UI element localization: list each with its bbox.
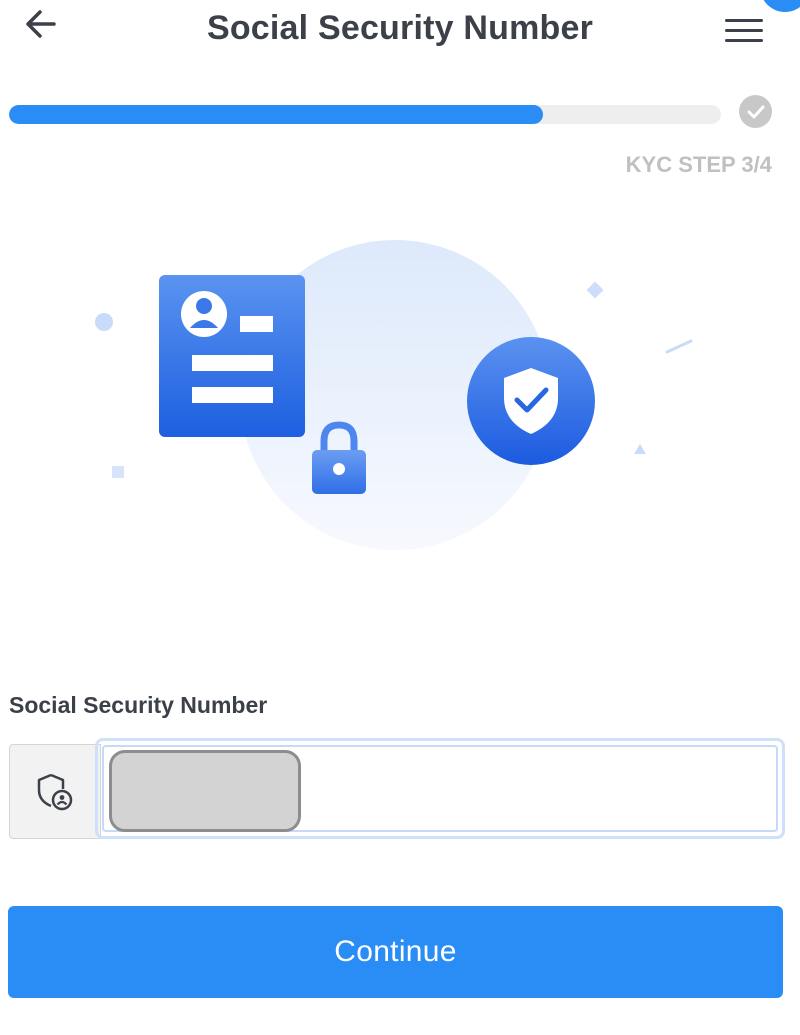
check-circle-icon [739,95,772,128]
kyc-illustration [95,240,693,550]
menu-button[interactable] [720,12,768,48]
hamburger-menu-icon [725,18,763,22]
shield-user-icon [37,773,73,810]
continue-button[interactable]: Continue [8,906,783,998]
ssn-field-label: Social Security Number [9,692,268,718]
ssn-field-addon [9,744,101,839]
id-card-icon [159,275,305,437]
kyc-step-label: KYC STEP 3/4 [625,152,772,177]
progress-bar [9,105,721,124]
kyc-ssn-screen: Social Security Number KYC STEP 3/4 Soci… [0,0,800,1035]
redacted-value-block [109,750,301,832]
progress-bar-fill [9,105,543,124]
page-title: Social Security Number [206,9,594,47]
shield-check-icon [467,337,595,465]
